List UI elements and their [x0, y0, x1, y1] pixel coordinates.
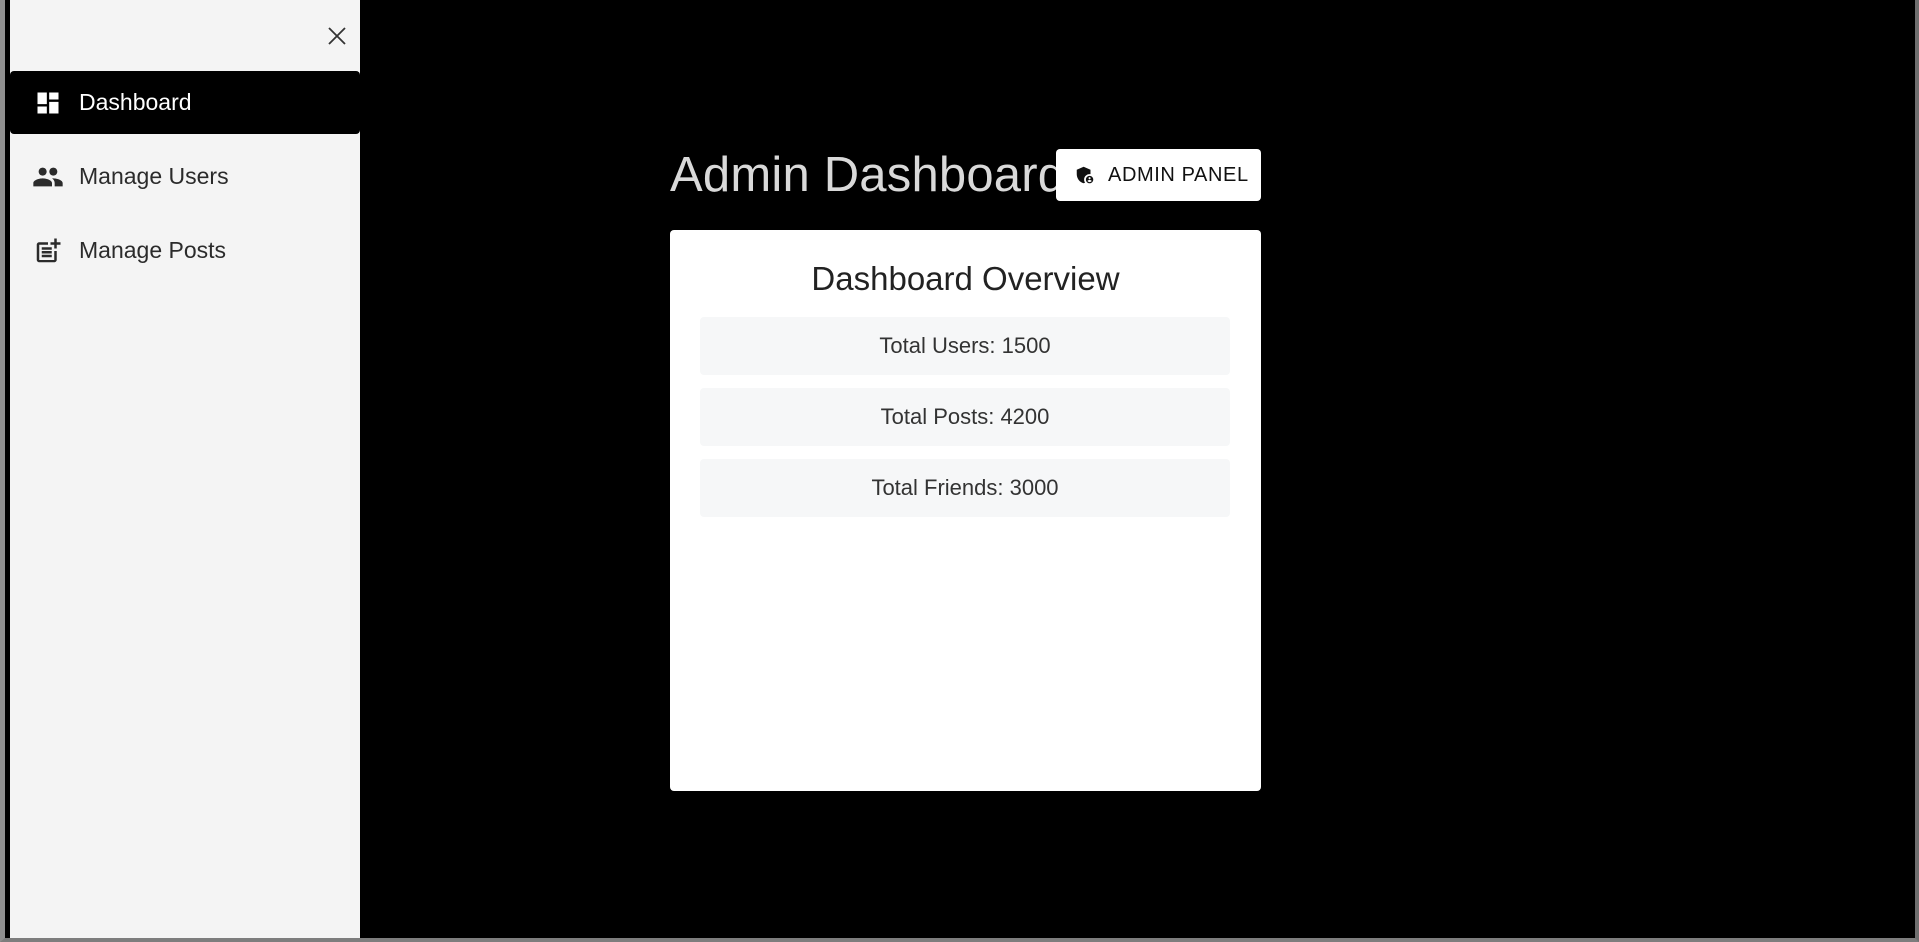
close-drawer-button[interactable]: [319, 18, 355, 54]
sidebar-drawer: Dashboard Manage Users Manage Posts: [10, 0, 360, 938]
page-header: Admin Dashboard: [670, 145, 1065, 205]
sidebar-item-dashboard[interactable]: Dashboard: [10, 71, 360, 134]
sidebar-item-manage-users[interactable]: Manage Users: [10, 145, 360, 208]
close-icon: [328, 27, 346, 45]
admin-panel-label: ADMIN PANEL: [1108, 163, 1249, 186]
page-title: Admin Dashboard: [670, 148, 1066, 202]
stat-total-posts: Total Posts: 4200: [700, 388, 1230, 446]
people-icon: [32, 161, 64, 193]
post-add-icon: [32, 235, 64, 267]
sidebar-item-label: Dashboard: [79, 89, 192, 115]
admin-shield-icon: [1074, 164, 1096, 186]
app-window: Dashboard Manage Users Manage Posts Admi…: [0, 0, 1919, 942]
sidebar-item-manage-posts[interactable]: Manage Posts: [10, 219, 360, 282]
sidebar-item-label: Manage Posts: [79, 237, 227, 263]
card-title: Dashboard Overview: [811, 260, 1120, 297]
dashboard-icon: [32, 87, 64, 119]
stat-total-friends: Total Friends: 3000: [700, 459, 1230, 517]
dashboard-overview-card: Dashboard Overview Total Users: 1500 Tot…: [670, 230, 1261, 791]
sidebar-item-label: Manage Users: [79, 163, 229, 189]
sidebar-nav: Dashboard Manage Users Manage Posts: [10, 71, 360, 293]
stat-total-users: Total Users: 1500: [700, 317, 1230, 375]
admin-panel-button[interactable]: ADMIN PANEL: [1056, 149, 1261, 201]
